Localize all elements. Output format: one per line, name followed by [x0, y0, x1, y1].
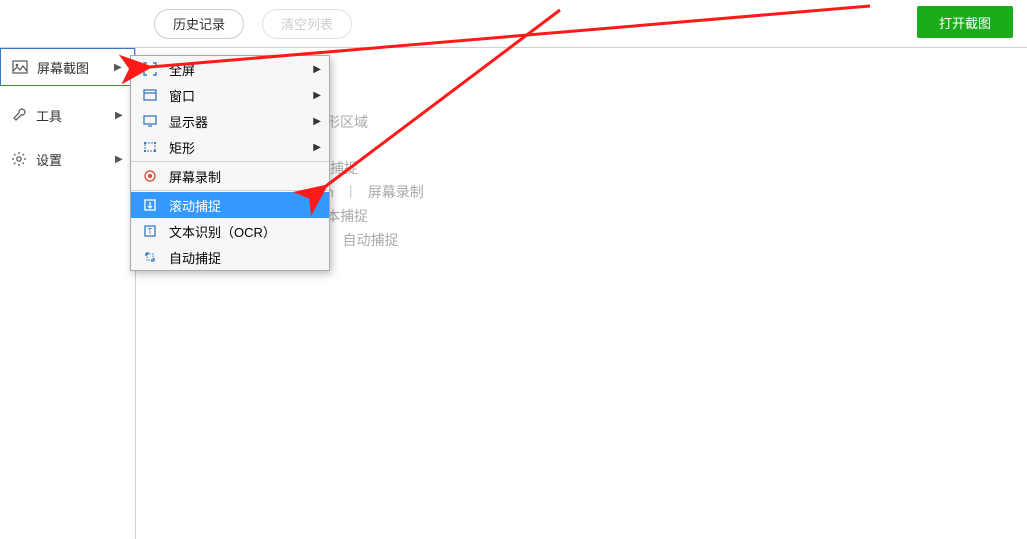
submenu-item-monitor[interactable]: 显示器 ▶	[131, 108, 329, 134]
chevron-right-icon: ▶	[313, 142, 321, 153]
chevron-right-icon: ▶	[114, 62, 126, 73]
svg-text:T: T	[148, 227, 153, 236]
window-icon	[141, 86, 159, 104]
chevron-right-icon: ▶	[115, 110, 127, 121]
submenu-item-auto[interactable]: 自动捕捉	[131, 244, 329, 270]
sidebar-item-label: 设置	[36, 150, 115, 169]
submenu-label: 窗口	[169, 86, 313, 105]
submenu-item-window[interactable]: 窗口 ▶	[131, 82, 329, 108]
chevron-right-icon: ▶	[115, 154, 127, 165]
image-icon	[11, 58, 29, 76]
chevron-right-icon: ▶	[313, 116, 321, 127]
wrench-icon	[10, 106, 28, 124]
sidebar-item-label: 屏幕截图	[37, 58, 114, 77]
record-icon	[141, 167, 159, 185]
submenu-item-rect[interactable]: 矩形 ▶	[131, 134, 329, 160]
menu-separator	[131, 161, 329, 162]
submenu-label: 全屏	[169, 60, 313, 79]
sidebar: 屏幕截图 ▶ 工具 ▶ 设置 ▶	[0, 48, 136, 539]
history-button[interactable]: 历史记录	[154, 9, 244, 39]
hint-line: 形区域	[326, 112, 1027, 132]
submenu-label: 矩形	[169, 138, 313, 157]
top-toolbar: 历史记录 清空列表 打开截图	[0, 0, 1027, 48]
submenu-item-scroll[interactable]: 滚动捕捉	[131, 192, 329, 218]
hint-shortcut: 形区域	[326, 112, 368, 132]
submenu-label: 自动捕捉	[169, 248, 321, 267]
menu-separator	[131, 190, 329, 191]
hint-desc: 屏幕录制	[368, 182, 424, 202]
fullscreen-icon	[141, 60, 159, 78]
chevron-right-icon: ▶	[313, 64, 321, 75]
chevron-right-icon: ▶	[313, 90, 321, 101]
sidebar-item-settings[interactable]: 设置 ▶	[0, 140, 135, 178]
open-capture-button[interactable]: 打开截图	[917, 6, 1013, 38]
hint-separator: 丨	[344, 182, 358, 202]
hint-line: n 丨 屏幕录制	[326, 182, 1027, 202]
hint-shortcut: 捕捉	[330, 158, 358, 178]
auto-icon	[141, 248, 159, 266]
submenu-item-fullscreen[interactable]: 全屏 ▶	[131, 56, 329, 82]
submenu-label: 显示器	[169, 112, 313, 131]
submenu-label: 屏幕录制	[169, 167, 321, 186]
submenu-label: 文本识别（OCR）	[169, 222, 321, 241]
screenshot-submenu: 全屏 ▶ 窗口 ▶ 显示器 ▶ 矩形 ▶ 屏幕录制 滚动捕捉 T 文本识别（OC…	[130, 55, 330, 271]
hint-line: 本捕捉	[326, 206, 1027, 226]
sidebar-item-label: 工具	[36, 106, 115, 125]
gear-icon	[10, 150, 28, 168]
hint-shortcut: 本捕捉	[326, 206, 368, 226]
sidebar-item-screenshot[interactable]: 屏幕截图 ▶	[0, 48, 135, 86]
clear-list-button: 清空列表	[262, 9, 352, 39]
submenu-item-record[interactable]: 屏幕录制	[131, 163, 329, 189]
scroll-icon	[141, 196, 159, 214]
hint-line: 捕捉	[330, 158, 1027, 178]
hint-desc: 自动捕捉	[343, 230, 399, 250]
rect-icon	[141, 138, 159, 156]
sidebar-item-tools[interactable]: 工具 ▶	[0, 96, 135, 134]
monitor-icon	[141, 112, 159, 130]
ocr-icon: T	[141, 222, 159, 240]
submenu-item-ocr[interactable]: T 文本识别（OCR）	[131, 218, 329, 244]
submenu-label: 滚动捕捉	[169, 196, 321, 215]
